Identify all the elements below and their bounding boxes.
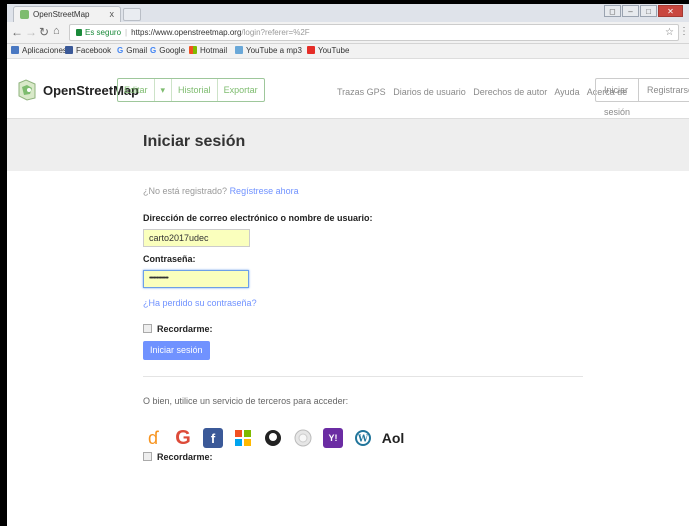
bookmark-youtube[interactable]: YouTube bbox=[307, 46, 349, 55]
bookmark-gmail[interactable]: G Gmail bbox=[117, 46, 147, 55]
tab-close-icon[interactable]: x bbox=[110, 9, 115, 19]
bookmark-star-icon[interactable]: ☆ bbox=[665, 25, 674, 40]
bookmark-apps[interactable]: Aplicaciones bbox=[11, 46, 67, 55]
edit-button-group: Editar ▾ Historial Exportar bbox=[117, 78, 265, 102]
third-party-text: O bien, utilice un servicio de terceros … bbox=[143, 396, 349, 406]
divider bbox=[143, 376, 583, 377]
login-form: ¿No está registrado? Regístrese ahora Di… bbox=[143, 171, 663, 462]
osm-logo-icon[interactable] bbox=[17, 79, 37, 101]
account-buttons: Iniciar sesión Registrarse bbox=[595, 78, 689, 117]
password-field[interactable]: ••••••••••••• bbox=[143, 270, 249, 288]
top-navigation: Trazas GPS Diarios de usuario Derechos d… bbox=[337, 87, 632, 97]
url-bar[interactable]: Es seguro | https://www.openstreetmap.org/… bbox=[69, 24, 679, 41]
edit-dropdown-icon[interactable]: ▾ bbox=[155, 79, 173, 101]
secure-label: Es seguro bbox=[85, 28, 122, 37]
youtube-mp3-icon bbox=[235, 46, 243, 54]
tab-title: OpenStreetMap bbox=[33, 10, 90, 19]
bookmark-youtube-mp3[interactable]: YouTube a mp3 bbox=[235, 46, 302, 55]
back-icon[interactable]: ← bbox=[11, 25, 23, 39]
register-prompt: ¿No está registrado? Regístrese ahora bbox=[143, 186, 663, 196]
facebook-icon[interactable]: f bbox=[203, 428, 223, 448]
browser-window: OpenStreetMap x ◻ – □ ✕ ← → ↻ ⌂ Es seguro | h… bbox=[7, 0, 689, 526]
register-link[interactable]: Registrarse bbox=[639, 79, 689, 101]
osm-header: OpenStreetMap Editar ▾ Historial Exporta… bbox=[7, 78, 689, 119]
email-label: Dirección de correo electrónico o nombre… bbox=[143, 213, 373, 223]
osm-favicon-icon bbox=[20, 10, 29, 19]
youtube-icon bbox=[307, 46, 315, 54]
remember-row: Recordarme: bbox=[143, 324, 663, 334]
nav-user-diaries[interactable]: Diarios de usuario bbox=[393, 87, 466, 97]
user-profile-icon[interactable]: ◻ bbox=[604, 5, 621, 17]
bookmarks-bar: Aplicaciones Facebook G Gmail G Google Hot… bbox=[7, 44, 689, 59]
github-icon[interactable] bbox=[263, 428, 283, 448]
google-g-icon: G bbox=[150, 46, 157, 55]
reload-icon[interactable]: ↻ bbox=[39, 25, 49, 39]
address-toolbar: ← → ↻ ⌂ Es seguro | https://www.openstreet… bbox=[7, 22, 689, 44]
bookmark-facebook[interactable]: Facebook bbox=[65, 46, 111, 55]
forgot-password-link[interactable]: ¿Ha perdido su contraseña? bbox=[143, 298, 663, 308]
nav-copyright[interactable]: Derechos de autor bbox=[473, 87, 547, 97]
lock-icon bbox=[76, 29, 82, 36]
remember-row-2: Recordarme: bbox=[143, 452, 663, 462]
email-field[interactable]: carto2017udec bbox=[143, 229, 250, 247]
wikipedia-icon[interactable] bbox=[293, 428, 313, 448]
remember-checkbox[interactable] bbox=[143, 324, 152, 333]
openid-icon[interactable]: ɗ bbox=[143, 428, 163, 448]
nav-help[interactable]: Ayuda bbox=[554, 87, 579, 97]
social-login-icons: ɗ G f Y! W Aol bbox=[143, 427, 663, 449]
close-window-icon[interactable]: ✕ bbox=[658, 5, 683, 17]
new-tab-button[interactable] bbox=[123, 8, 141, 21]
maximize-icon[interactable]: □ bbox=[640, 5, 657, 17]
edit-button[interactable]: Editar bbox=[118, 79, 155, 101]
browser-tab[interactable]: OpenStreetMap x bbox=[13, 6, 121, 22]
home-icon[interactable]: ⌂ bbox=[53, 25, 60, 37]
windows-icon bbox=[189, 46, 197, 54]
title-band: Iniciar sesión bbox=[7, 119, 689, 171]
url-path: /login?referer=%2F bbox=[241, 28, 310, 37]
google-g-icon: G bbox=[117, 46, 124, 55]
remember-checkbox-2[interactable] bbox=[143, 452, 152, 461]
export-button[interactable]: Exportar bbox=[218, 79, 264, 101]
menu-kebab-icon[interactable]: ⋮ bbox=[679, 26, 689, 37]
url-domain: https://www.openstreetmap.org bbox=[131, 28, 242, 37]
yahoo-icon[interactable]: Y! bbox=[323, 428, 343, 448]
google-icon[interactable]: G bbox=[173, 427, 193, 449]
bookmark-google[interactable]: G Google bbox=[150, 46, 185, 55]
tab-strip: OpenStreetMap x ◻ – □ ✕ bbox=[7, 0, 689, 22]
minimize-icon[interactable]: – bbox=[622, 5, 639, 17]
remember-label: Recordarme: bbox=[157, 324, 213, 334]
login-link[interactable]: Iniciar sesión bbox=[596, 79, 640, 117]
nav-gps-traces[interactable]: Trazas GPS bbox=[337, 87, 386, 97]
aol-icon[interactable]: Aol bbox=[382, 428, 405, 448]
login-submit-button[interactable]: Iniciar sesión bbox=[143, 341, 210, 360]
wordpress-icon[interactable]: W bbox=[353, 428, 373, 448]
apps-grid-icon bbox=[11, 46, 19, 54]
page-title: Iniciar sesión bbox=[143, 133, 246, 150]
window-controls: ◻ – □ ✕ bbox=[603, 5, 683, 18]
windows-live-icon[interactable] bbox=[233, 428, 253, 448]
register-now-link[interactable]: Regístrese ahora bbox=[230, 186, 299, 196]
password-label: Contraseña: bbox=[143, 254, 196, 264]
forward-icon[interactable]: → bbox=[25, 25, 37, 39]
history-button[interactable]: Historial bbox=[172, 79, 218, 101]
bookmark-hotmail[interactable]: Hotmail bbox=[189, 46, 227, 55]
not-registered-text: ¿No está registrado? bbox=[143, 186, 228, 196]
facebook-icon bbox=[65, 46, 73, 54]
svg-text:W: W bbox=[357, 435, 369, 445]
remember-label-2: Recordarme: bbox=[157, 452, 213, 462]
